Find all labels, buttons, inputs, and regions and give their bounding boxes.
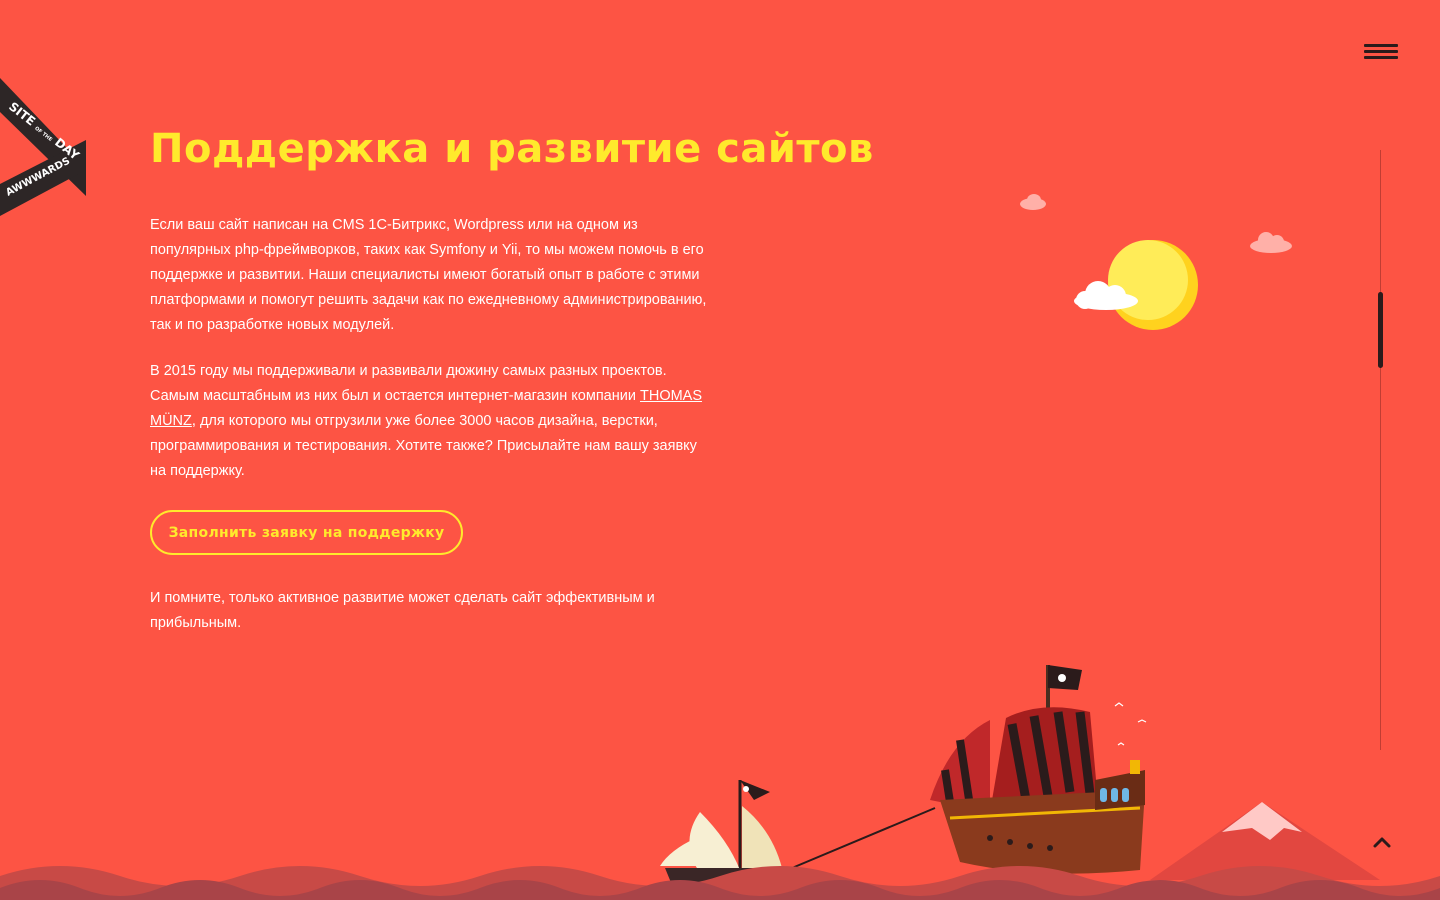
sea-waves	[0, 866, 1440, 900]
scroll-track[interactable]	[1380, 150, 1381, 750]
pirate-ship	[930, 665, 1145, 874]
chevron-up-icon[interactable]	[1368, 828, 1396, 856]
seagull-icon	[1114, 702, 1147, 746]
page-title: Поддержка и развитие сайтов	[150, 126, 874, 172]
tow-rope	[791, 807, 936, 869]
intro-paragraph: Если ваш сайт написан на CMS 1С-Битрикс,…	[150, 217, 707, 333]
small-sailing-ship	[660, 780, 795, 885]
projects-text-after: , для которого мы отгрузили уже более 30…	[150, 413, 697, 479]
mountain-icon	[1150, 802, 1380, 880]
support-request-button[interactable]: Заполнить заявку на поддержку	[150, 510, 463, 555]
sun-icon	[1108, 240, 1198, 330]
projects-paragraph: В 2015 году мы поддерживали и развивали …	[150, 359, 710, 484]
menu-line	[1364, 50, 1398, 53]
closing-paragraph: И помните, только активное развитие може…	[150, 590, 655, 631]
cloud-icon	[1020, 194, 1046, 210]
scroll-thumb[interactable]	[1378, 292, 1383, 368]
awwwards-site-of-the-day-badge[interactable]: SITE OF THE DAY AWWWARDS	[0, 78, 92, 218]
menu-line	[1364, 44, 1398, 47]
cloud-icon	[1250, 232, 1292, 253]
projects-text-before: В 2015 году мы поддерживали и развивали …	[150, 363, 667, 404]
cloud-icon	[1074, 281, 1138, 310]
menu-line	[1364, 56, 1398, 59]
hamburger-menu-icon[interactable]	[1364, 44, 1398, 68]
